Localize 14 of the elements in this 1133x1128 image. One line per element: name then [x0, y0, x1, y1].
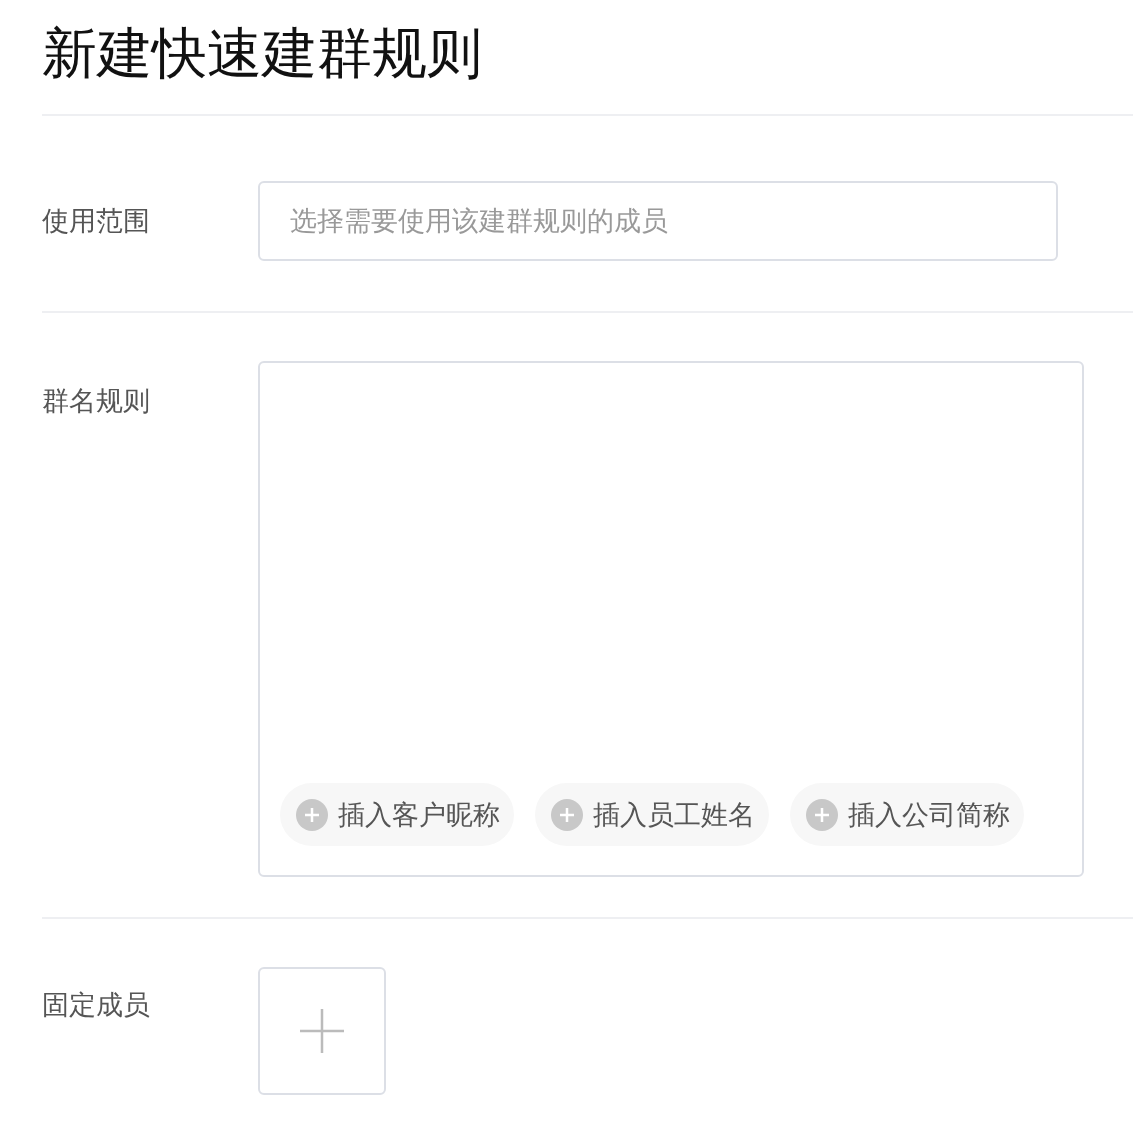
add-member-button[interactable] [258, 967, 386, 1095]
group-name-field[interactable]: 插入客户昵称 插入员工姓名 插入公司简称 [258, 361, 1084, 877]
field-label: 固定成员 [42, 989, 151, 1022]
insert-button[interactable]: 插入员工姓名 [535, 783, 769, 846]
insert-button[interactable]: 插入公司简称 [790, 783, 1024, 846]
page-title: 新建快速建群规则 [42, 21, 483, 86]
field-label: 群名规则 [42, 385, 151, 418]
member-select-field[interactable]: 选择需要使用该建群规则的成员 [258, 181, 1058, 261]
plus-icon [551, 798, 583, 831]
plus-icon [296, 798, 328, 831]
field-label: 使用范围 [42, 205, 151, 238]
plus-icon [300, 1009, 344, 1053]
plus-icon [806, 798, 838, 831]
insert-button[interactable]: 插入客户昵称 [280, 783, 514, 846]
